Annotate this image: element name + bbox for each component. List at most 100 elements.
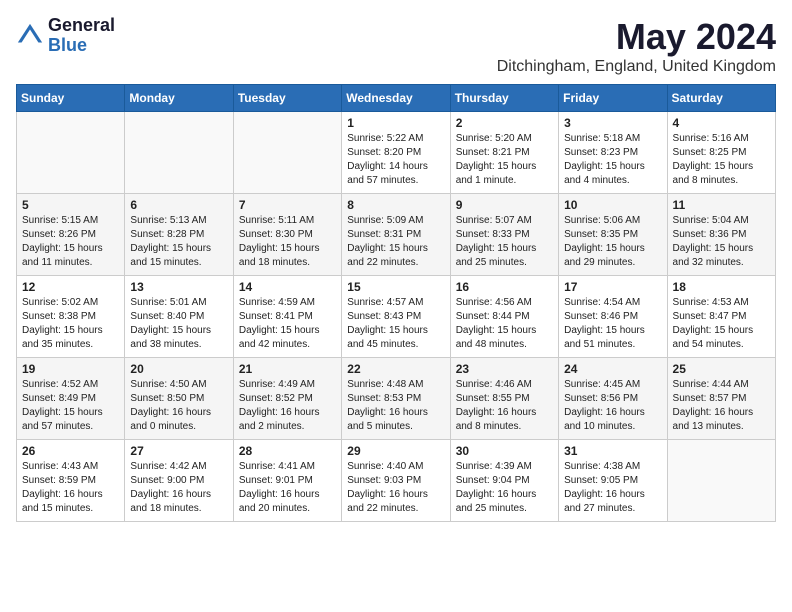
logo-blue: Blue <box>48 36 115 56</box>
calendar-cell <box>233 112 341 194</box>
day-number: 24 <box>564 362 661 376</box>
calendar-cell: 9 Sunrise: 5:07 AM Sunset: 8:33 PM Daylig… <box>450 194 558 276</box>
day-info: Sunrise: 4:52 AM Sunset: 8:49 PM Dayligh… <box>22 378 119 434</box>
day-info: Sunrise: 4:54 AM Sunset: 8:46 PM Dayligh… <box>564 296 661 352</box>
calendar-week-row: 12Sunrise: 5:02 AM Sunset: 8:38 PM Dayli… <box>17 276 776 358</box>
calendar-cell: 4 Sunrise: 5:16 AM Sunset: 8:25 PM Daylig… <box>667 112 775 194</box>
day-info: Sunrise: 5:13 AM Sunset: 8:28 PM Dayligh… <box>130 214 227 270</box>
day-number: 22 <box>347 362 444 376</box>
calendar-cell: 8 Sunrise: 5:09 AM Sunset: 8:31 PM Daylig… <box>342 194 450 276</box>
day-number: 12 <box>22 280 119 294</box>
calendar-cell: 6 Sunrise: 5:13 AM Sunset: 8:28 PM Daylig… <box>125 194 233 276</box>
day-number: 23 <box>456 362 553 376</box>
calendar-cell: 13 Sunrise: 5:01 AM Sunset: 8:40 PM Dayli… <box>125 276 233 358</box>
day-info: Sunrise: 5:07 AM Sunset: 8:33 PM Dayligh… <box>456 214 553 270</box>
calendar-cell: 31Sunrise: 4:38 AM Sunset: 9:05 PM Dayli… <box>559 440 667 522</box>
calendar-week-row: 5 Sunrise: 5:15 AM Sunset: 8:26 PM Daylig… <box>17 194 776 276</box>
day-number: 28 <box>239 444 336 458</box>
day-header-monday: Monday <box>125 85 233 112</box>
calendar-cell <box>125 112 233 194</box>
day-info: Sunrise: 4:53 AM Sunset: 8:47 PM Dayligh… <box>673 296 770 352</box>
logo: General Blue <box>16 16 115 56</box>
logo-text: General Blue <box>48 16 115 56</box>
day-number: 14 <box>239 280 336 294</box>
day-number: 8 <box>347 198 444 212</box>
calendar-week-row: 26 Sunrise: 4:43 AM Sunset: 8:59 PM Dayli… <box>17 440 776 522</box>
calendar-table: SundayMondayTuesdayWednesdayThursdayFrid… <box>16 84 776 522</box>
day-number: 5 <box>22 198 119 212</box>
day-number: 1 <box>347 116 444 130</box>
page-header: General Blue May 2024 Ditchingham, Engla… <box>16 16 776 76</box>
location: Ditchingham, England, United Kingdom <box>497 58 776 76</box>
calendar-cell: 5 Sunrise: 5:15 AM Sunset: 8:26 PM Daylig… <box>17 194 125 276</box>
day-info: Sunrise: 4:59 AM Sunset: 8:41 PM Dayligh… <box>239 296 336 352</box>
day-number: 16 <box>456 280 553 294</box>
calendar-cell: 11 Sunrise: 5:04 AM Sunset: 8:36 PM Dayli… <box>667 194 775 276</box>
calendar-cell: 20 Sunrise: 4:50 AM Sunset: 8:50 PM Dayli… <box>125 358 233 440</box>
day-info: Sunrise: 4:38 AM Sunset: 9:05 PM Dayligh… <box>564 460 661 516</box>
day-number: 13 <box>130 280 227 294</box>
day-info: Sunrise: 4:41 AM Sunset: 9:01 PM Dayligh… <box>239 460 336 516</box>
calendar-cell: 18Sunrise: 4:53 AM Sunset: 8:47 PM Dayli… <box>667 276 775 358</box>
title-block: May 2024 Ditchingham, England, United Ki… <box>497 16 776 76</box>
day-number: 6 <box>130 198 227 212</box>
calendar-cell: 25Sunrise: 4:44 AM Sunset: 8:57 PM Dayli… <box>667 358 775 440</box>
day-number: 30 <box>456 444 553 458</box>
day-info: Sunrise: 4:46 AM Sunset: 8:55 PM Dayligh… <box>456 378 553 434</box>
day-info: Sunrise: 5:01 AM Sunset: 8:40 PM Dayligh… <box>130 296 227 352</box>
calendar-cell: 1 Sunrise: 5:22 AM Sunset: 8:20 PM Daylig… <box>342 112 450 194</box>
calendar-cell: 22 Sunrise: 4:48 AM Sunset: 8:53 PM Dayli… <box>342 358 450 440</box>
day-info: Sunrise: 4:40 AM Sunset: 9:03 PM Dayligh… <box>347 460 444 516</box>
day-info: Sunrise: 4:57 AM Sunset: 8:43 PM Dayligh… <box>347 296 444 352</box>
month-title: May 2024 <box>497 16 776 58</box>
calendar-cell: 3 Sunrise: 5:18 AM Sunset: 8:23 PM Daylig… <box>559 112 667 194</box>
day-number: 3 <box>564 116 661 130</box>
calendar-cell: 23 Sunrise: 4:46 AM Sunset: 8:55 PM Dayli… <box>450 358 558 440</box>
day-number: 25 <box>673 362 770 376</box>
calendar-cell: 29 Sunrise: 4:40 AM Sunset: 9:03 PM Dayli… <box>342 440 450 522</box>
day-info: Sunrise: 5:16 AM Sunset: 8:25 PM Dayligh… <box>673 132 770 188</box>
logo-icon <box>16 22 44 50</box>
day-header-wednesday: Wednesday <box>342 85 450 112</box>
day-header-thursday: Thursday <box>450 85 558 112</box>
day-info: Sunrise: 5:20 AM Sunset: 8:21 PM Dayligh… <box>456 132 553 188</box>
day-info: Sunrise: 5:15 AM Sunset: 8:26 PM Dayligh… <box>22 214 119 270</box>
day-header-tuesday: Tuesday <box>233 85 341 112</box>
calendar-cell: 30Sunrise: 4:39 AM Sunset: 9:04 PM Dayli… <box>450 440 558 522</box>
day-info: Sunrise: 4:48 AM Sunset: 8:53 PM Dayligh… <box>347 378 444 434</box>
day-info: Sunrise: 5:22 AM Sunset: 8:20 PM Dayligh… <box>347 132 444 188</box>
day-number: 21 <box>239 362 336 376</box>
calendar-cell: 16 Sunrise: 4:56 AM Sunset: 8:44 PM Dayli… <box>450 276 558 358</box>
calendar-week-row: 19Sunrise: 4:52 AM Sunset: 8:49 PM Dayli… <box>17 358 776 440</box>
day-number: 7 <box>239 198 336 212</box>
day-number: 20 <box>130 362 227 376</box>
day-info: Sunrise: 5:11 AM Sunset: 8:30 PM Dayligh… <box>239 214 336 270</box>
day-number: 26 <box>22 444 119 458</box>
day-info: Sunrise: 4:43 AM Sunset: 8:59 PM Dayligh… <box>22 460 119 516</box>
logo-general: General <box>48 16 115 36</box>
calendar-cell: 27Sunrise: 4:42 AM Sunset: 9:00 PM Dayli… <box>125 440 233 522</box>
calendar-cell: 14 Sunrise: 4:59 AM Sunset: 8:41 PM Dayli… <box>233 276 341 358</box>
day-info: Sunrise: 5:18 AM Sunset: 8:23 PM Dayligh… <box>564 132 661 188</box>
day-number: 29 <box>347 444 444 458</box>
day-header-friday: Friday <box>559 85 667 112</box>
day-info: Sunrise: 5:09 AM Sunset: 8:31 PM Dayligh… <box>347 214 444 270</box>
day-number: 11 <box>673 198 770 212</box>
day-info: Sunrise: 5:04 AM Sunset: 8:36 PM Dayligh… <box>673 214 770 270</box>
calendar-cell <box>17 112 125 194</box>
calendar-cell: 15Sunrise: 4:57 AM Sunset: 8:43 PM Dayli… <box>342 276 450 358</box>
calendar-cell: 24Sunrise: 4:45 AM Sunset: 8:56 PM Dayli… <box>559 358 667 440</box>
day-number: 9 <box>456 198 553 212</box>
calendar-week-row: 1 Sunrise: 5:22 AM Sunset: 8:20 PM Daylig… <box>17 112 776 194</box>
day-header-sunday: Sunday <box>17 85 125 112</box>
day-header-saturday: Saturday <box>667 85 775 112</box>
calendar-cell: 2Sunrise: 5:20 AM Sunset: 8:21 PM Daylig… <box>450 112 558 194</box>
calendar-cell: 12Sunrise: 5:02 AM Sunset: 8:38 PM Dayli… <box>17 276 125 358</box>
calendar-cell: 21Sunrise: 4:49 AM Sunset: 8:52 PM Dayli… <box>233 358 341 440</box>
day-info: Sunrise: 4:56 AM Sunset: 8:44 PM Dayligh… <box>456 296 553 352</box>
calendar-cell: 26 Sunrise: 4:43 AM Sunset: 8:59 PM Dayli… <box>17 440 125 522</box>
day-info: Sunrise: 4:50 AM Sunset: 8:50 PM Dayligh… <box>130 378 227 434</box>
day-info: Sunrise: 5:06 AM Sunset: 8:35 PM Dayligh… <box>564 214 661 270</box>
day-info: Sunrise: 4:42 AM Sunset: 9:00 PM Dayligh… <box>130 460 227 516</box>
day-number: 4 <box>673 116 770 130</box>
